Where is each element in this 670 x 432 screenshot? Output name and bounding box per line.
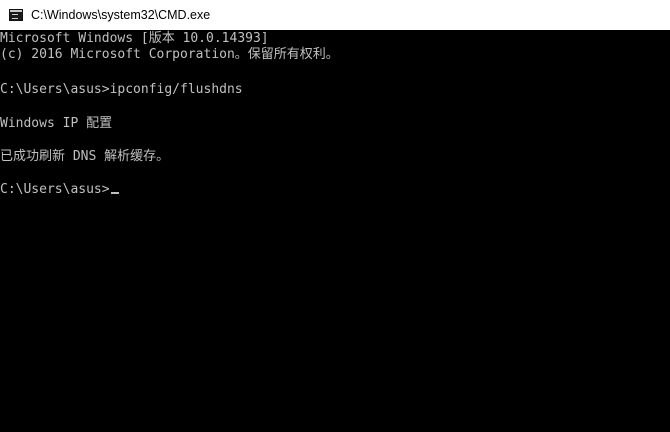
prompt-text: C:\Users\asus> bbox=[0, 182, 110, 197]
ip-config-heading: Windows IP 配置 bbox=[0, 116, 113, 131]
window-title: C:\Windows\system32\CMD.exe bbox=[31, 8, 211, 22]
prompt-line[interactable]: C:\Users\asus> bbox=[0, 181, 119, 198]
console-output[interactable]: Microsoft Windows [版本 10.0.14393] (c) 20… bbox=[0, 30, 670, 432]
copyright-line-2: (c) 2016 Microsoft Corporation。保留所有权利。 bbox=[0, 47, 339, 62]
command-line: C:\Users\asus>ipconfig/flushdns bbox=[0, 82, 243, 97]
flush-result-line: 已成功刷新 DNS 解析缓存。 bbox=[0, 149, 170, 164]
text-cursor bbox=[110, 192, 119, 194]
title-bar[interactable]: C:\Windows\system32\CMD.exe bbox=[0, 0, 670, 30]
cmd-window: C:\Windows\system32\CMD.exe Microsoft Wi… bbox=[0, 0, 670, 432]
copyright-line-1: Microsoft Windows [版本 10.0.14393] bbox=[0, 31, 269, 46]
console-app-icon[interactable] bbox=[9, 9, 23, 21]
